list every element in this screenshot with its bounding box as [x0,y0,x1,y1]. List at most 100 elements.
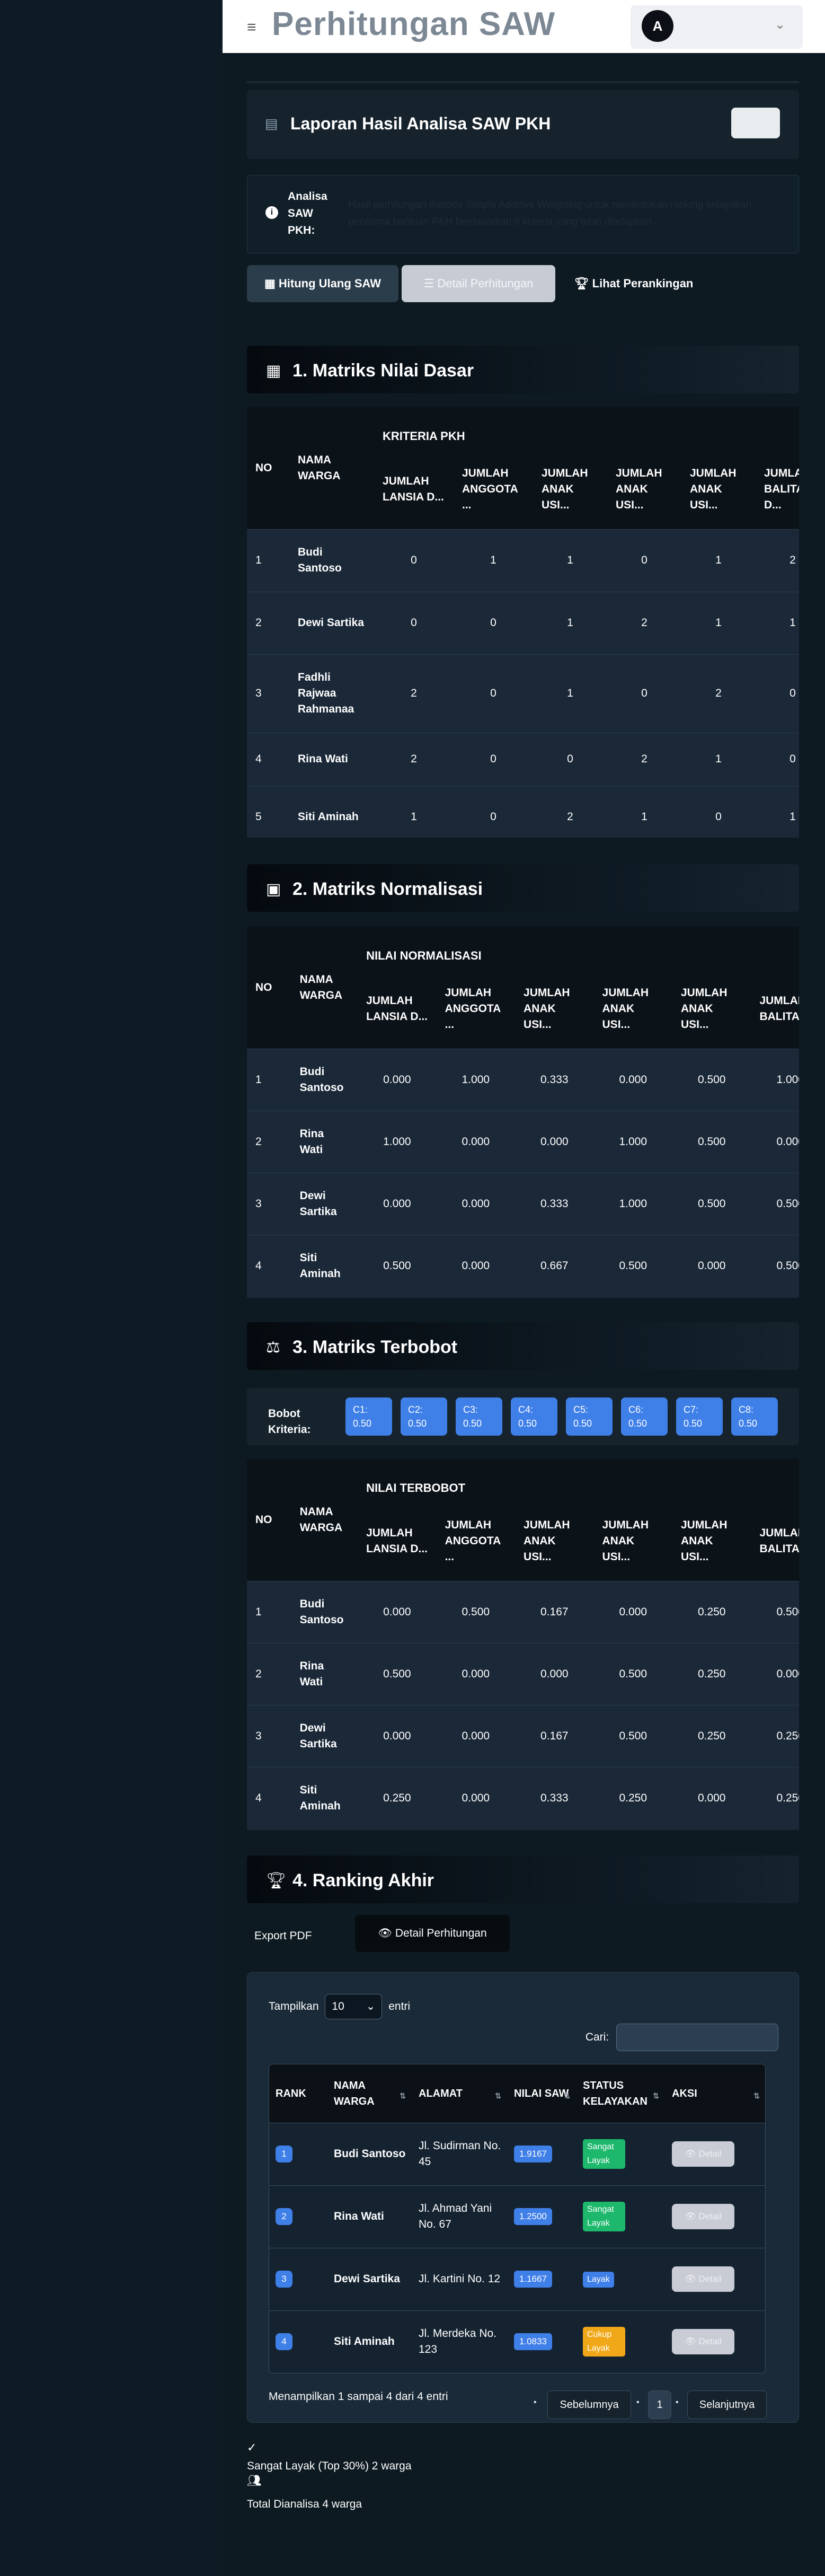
status-badge: Cukup Layak [583,2327,625,2357]
rank-badge: 3 [276,2271,292,2288]
criteria-header: JUMLAH BALITA D... [756,450,799,529]
section-3-title: 3. Matriks Terbobot [292,1337,458,1357]
cell-value: 0.333 [515,1172,594,1235]
total-summary: Total Dianalisa 4 warga [247,2498,362,2510]
criteria-header: JUMLAH ANAK USI... [672,969,751,1049]
section-3-header: ⚖ 3. Matriks Terbobot [247,1322,799,1370]
cell-value: 0 [756,654,799,733]
detail-button[interactable]: 👁︎ Detail [672,2266,734,2292]
table-row: 3 Dewi Sartika 0.000 0.000 0.333 1.000 0.500 0.… [247,1172,799,1235]
cell-value: 0.000 [436,1704,516,1767]
row-no: 1 [247,1580,291,1643]
sort-icon: ⇅ [400,2091,406,2100]
detail-calculation-tab[interactable]: 👁︎ Detail Perhitungan [355,1915,510,1952]
status-badge: Layak [583,2272,614,2288]
cell-value: 0 [756,732,799,786]
rank-badge: 4 [276,2333,292,2351]
action-cell: 👁︎ Detail [666,2122,765,2185]
col-score[interactable]: NILAI SAW ⇅ [508,2064,576,2123]
cell-value: 1.000 [436,1048,516,1111]
cell-value: 0.000 [436,1110,516,1173]
row-name: Rina Wati [289,732,374,786]
section-1-title: 1. Matriks Nilai Dasar [292,361,474,381]
ranking-table: RANK NAMA WARGA ⇅ ALAMAT ⇅ NILAI SAW ⇅ STAT… [269,2064,766,2373]
cell-value: 0 [533,732,607,786]
report-title: Laporan Hasil Analisa SAW PKH [290,114,551,133]
view-ranking-button[interactable]: 🏆︎ Lihat Perankingan [565,265,703,302]
cell-value: 2 [607,591,681,654]
recalc-saw-button[interactable]: ▦ Hitung Ulang SAW [247,265,398,302]
rank-badge: 1 [276,2146,292,2162]
col-status[interactable]: STATUS KELAYAKAN ⇅ [576,2064,666,2123]
score-cell: 1.2500 [508,2185,576,2248]
info-label: Analisa SAW PKH: [288,190,327,236]
cell-value: 1 [533,654,607,733]
normalization-group-header: NILAI NORMALISASI [358,927,799,969]
cell-value: 0.500 [593,1234,672,1297]
normalization-matrix-table: NO NAMA WARGA NILAI NORMALISASI JUMLAH L… [247,927,799,1298]
prev-page-button[interactable]: Sebelumnya [547,2390,631,2419]
score-badge: 1.9167 [514,2146,552,2162]
table-row: 3 Dewi Sartika Jl. Kartini No. 12 1.1667 Lay… [269,2247,765,2310]
score-badge: 1.0833 [514,2333,552,2351]
row-no: 4 [247,732,289,786]
score-badge: 1.1667 [514,2271,552,2288]
name-cell: Rina Wati [327,2185,412,2248]
page-length-select[interactable]: 10 ⌄ [325,1994,383,2020]
cell-value: 1 [533,591,607,654]
table-row: 4 Siti Aminah Jl. Merdeka No. 123 1.0833 Cuk… [269,2310,765,2373]
page-1-button[interactable]: 1 [648,2390,671,2419]
detail-button[interactable]: 👁︎ Detail [672,2141,734,2167]
divider [247,81,799,83]
criteria-header: JUMLAH ANAK USI... [672,1501,751,1581]
col-action[interactable]: AKSI ⇅ [666,2064,765,2123]
report-icon: ▤ [265,116,278,131]
next-page-button[interactable]: Selanjutnya [687,2390,767,2419]
detail-calculation-button[interactable]: ☰ Detail Perhitungan [402,265,555,302]
chevron-down-icon[interactable]: ⌄ [775,17,785,32]
cell-value: 0.000 [358,1580,437,1643]
detail-button[interactable]: 👁︎ Detail [672,2204,734,2229]
table-row: 4 Siti Aminah 0.500 0.000 0.667 0.500 0.000 0.5… [247,1234,799,1297]
menu-toggle-icon[interactable]: ≡ [247,20,256,36]
header-action-button[interactable] [731,108,780,138]
address-cell: Jl. Kartini No. 12 [412,2247,508,2310]
row-no: 3 [247,654,289,733]
col-rank[interactable]: RANK [269,2064,327,2123]
cell-value: 2 [607,732,681,786]
basic-matrix-table: NO NAMA WARGA KRITERIA PKH JUMLAH LANSIA… [247,407,799,838]
row-name: Budi Santoso [291,1048,358,1111]
detail-button[interactable]: 👁︎ Detail [672,2329,734,2355]
search-input[interactable] [616,2024,778,2052]
status-cell: Layak [576,2247,666,2310]
cell-value: 0.500 [751,1234,799,1297]
cell-value: 1 [756,785,799,838]
col-name[interactable]: NAMA WARGA ⇅ [327,2064,412,2123]
criteria-header: JUMLAH ANGGOTA ... [436,969,516,1049]
col-address[interactable]: ALAMAT ⇅ [412,2064,508,2123]
criteria-header: JUMLAH ANGGOTA ... [436,1501,516,1581]
ranking-card: Tampilkan 10 ⌄ entri Cari: RANK NAMA WARG… [247,1972,799,2423]
cell-value: 0.667 [515,1234,594,1297]
export-pdf-button[interactable]: Export PDF [254,1930,312,1942]
criteria-header: JUMLAH ANAK USI... [607,450,681,529]
cell-value: 1 [533,529,607,592]
avatar[interactable]: A [642,10,673,42]
cell-value: 0.167 [515,1580,594,1643]
weight-chip: C1: 0.50 [345,1397,392,1436]
table-info: Menampilkan 1 sampai 4 dari 4 entri [269,2390,448,2403]
balance-scale-icon: ⚖ [266,1339,280,1356]
score-cell: 1.1667 [508,2247,576,2310]
criteria-weights: Bobot Kriteria: C1: 0.50 C2: 0.50 C3: 0.… [247,1388,799,1445]
cell-value: 0 [681,785,756,838]
cell-value: 0.000 [436,1642,516,1705]
cell-value: 1.000 [593,1110,672,1173]
bullet: • [676,2398,679,2407]
status-cell: Sangat Layak [576,2185,666,2248]
table-row: 2 Dewi Sartika 0 0 1 2 1 1 [247,591,799,654]
table-row: 1 Budi Santoso Jl. Sudirman No. 45 1.9167 Sa… [269,2122,765,2185]
cell-value: 0.500 [358,1234,437,1297]
eye-icon: 👁︎ [685,2149,699,2159]
eye-icon: 👁︎ [685,2336,699,2347]
cell-value: 1 [681,529,756,592]
